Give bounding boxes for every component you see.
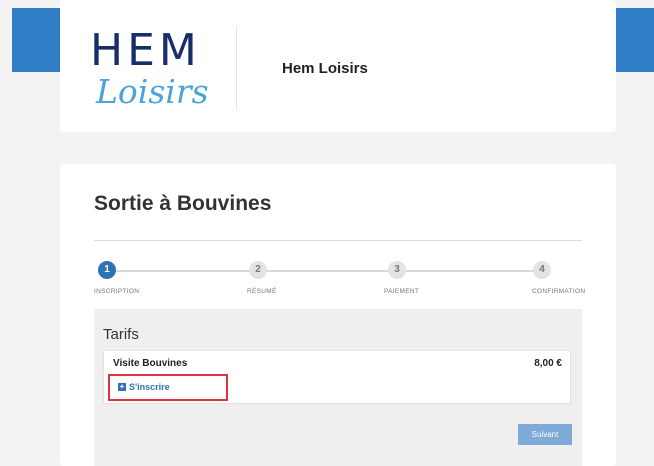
- register-highlight-box: + S'inscrire: [108, 374, 228, 401]
- register-link[interactable]: + S'inscrire: [118, 382, 170, 392]
- right-brand-band: [616, 8, 654, 72]
- step-4-indicator: 4: [533, 261, 551, 279]
- tarif-name: Visite Bouvines: [113, 358, 188, 369]
- main-card: Sortie à Bouvines 1 INSCRIPTION 2 RÉSUMÉ…: [60, 164, 616, 466]
- hem-loisirs-logo[interactable]: HEM Loisirs: [88, 25, 209, 122]
- step-4-label: CONFIRMATION: [532, 288, 586, 295]
- step-2-indicator: 2: [249, 261, 267, 279]
- register-label: S'inscrire: [129, 382, 170, 392]
- page-title: Sortie à Bouvines: [94, 192, 272, 215]
- logo-text-loisirs: Loisirs: [96, 72, 209, 111]
- plus-square-icon: +: [118, 382, 126, 391]
- header-divider: [236, 26, 237, 110]
- step-1-indicator: 1: [98, 261, 116, 279]
- next-button[interactable]: Suivant: [518, 424, 572, 445]
- tarifs-heading: Tarifs: [103, 326, 139, 343]
- step-3-label: PAIEMENT: [384, 288, 420, 295]
- tarif-row: Visite Bouvines 8,00 € + S'inscrire: [103, 350, 571, 404]
- step-3-indicator: 3: [388, 261, 406, 279]
- step-1-label: INSCRIPTION: [94, 288, 140, 295]
- site-title: Hem Loisirs: [282, 60, 368, 77]
- step-2-label: RÉSUMÉ: [247, 288, 277, 295]
- title-divider: [94, 240, 582, 241]
- logo-text-hem: HEM: [90, 25, 201, 76]
- tarif-price: 8,00 €: [534, 358, 562, 369]
- left-brand-band: [12, 8, 60, 72]
- stepper-track: [106, 270, 542, 272]
- tarifs-panel: Tarifs Visite Bouvines 8,00 € + S'inscri…: [94, 309, 582, 466]
- header: HEM Loisirs Hem Loisirs: [60, 0, 616, 132]
